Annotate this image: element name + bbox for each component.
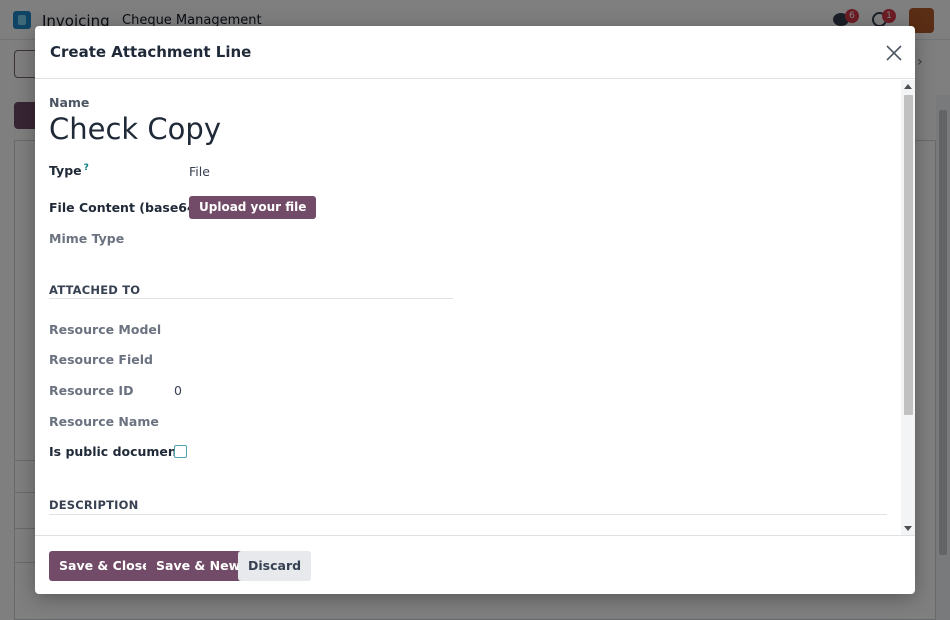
resource-id-field[interactable]: 0 bbox=[174, 383, 182, 398]
dialog-scrollbar-thumb[interactable] bbox=[904, 95, 913, 415]
resource-model-label: Resource Model bbox=[49, 322, 162, 337]
file-content-label: File Content (base64) bbox=[49, 200, 202, 215]
dialog-scrollbar[interactable] bbox=[901, 80, 915, 535]
section-divider bbox=[49, 514, 887, 515]
scroll-up-icon[interactable] bbox=[904, 84, 912, 89]
dialog-body: Name Check Copy Type? File File Content … bbox=[35, 80, 915, 535]
dialog-footer: Save & Close Save & New Discard bbox=[35, 535, 915, 594]
close-icon[interactable] bbox=[883, 42, 905, 64]
resource-name-label: Resource Name bbox=[49, 414, 159, 429]
name-label: Name bbox=[49, 95, 90, 110]
attached-to-section-title: ATTACHED TO bbox=[49, 283, 141, 297]
save-new-button[interactable]: Save & New bbox=[146, 551, 251, 581]
section-divider bbox=[49, 298, 453, 299]
save-close-button[interactable]: Save & Close bbox=[49, 551, 161, 581]
type-label-text: Type bbox=[49, 163, 82, 179]
discard-button[interactable]: Discard bbox=[238, 551, 312, 581]
type-label: Type? bbox=[49, 163, 89, 178]
dialog-header: Create Attachment Line bbox=[35, 26, 915, 79]
dialog-title: Create Attachment Line bbox=[50, 43, 252, 61]
mime-type-label: Mime Type bbox=[49, 231, 125, 246]
help-icon[interactable]: ? bbox=[84, 163, 89, 173]
resource-id-label: Resource ID bbox=[49, 383, 134, 398]
description-section-title: DESCRIPTION bbox=[49, 498, 139, 512]
attachment-dialog: Create Attachment Line Name Check Copy T… bbox=[35, 26, 915, 594]
type-field[interactable]: File bbox=[189, 164, 210, 179]
resource-field-label: Resource Field bbox=[49, 352, 153, 367]
is-public-label: Is public document bbox=[49, 444, 183, 459]
is-public-checkbox[interactable] bbox=[174, 445, 187, 458]
upload-file-button[interactable]: Upload your file bbox=[189, 196, 317, 219]
scroll-down-icon[interactable] bbox=[904, 526, 912, 531]
name-field[interactable]: Check Copy bbox=[49, 112, 221, 146]
